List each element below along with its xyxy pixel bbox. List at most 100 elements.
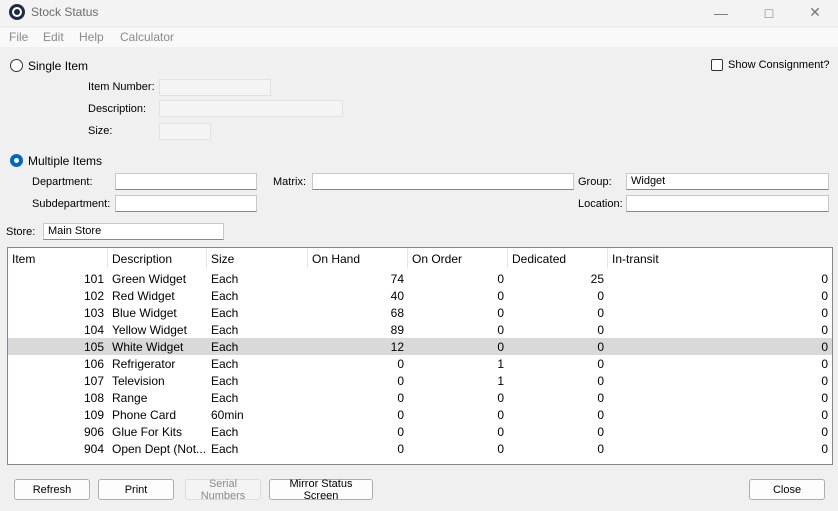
close-window-button[interactable]: ✕ — [792, 0, 838, 25]
cell-description: Blue Widget — [112, 306, 177, 320]
cell-dedicated: 0 — [597, 357, 604, 371]
cell-description: Glue For Kits — [112, 425, 183, 439]
cell-size: Each — [211, 323, 239, 337]
cell-dedicated: 0 — [597, 306, 604, 320]
print-button[interactable]: Print — [98, 479, 174, 500]
cell-item: 107 — [83, 374, 104, 388]
column-header-on-hand[interactable]: On Hand — [308, 248, 408, 269]
menu-help[interactable]: Help — [79, 30, 104, 44]
cell-size: Each — [211, 306, 239, 320]
column-header-description[interactable]: Description — [108, 248, 207, 269]
table-row[interactable]: 904 Open Dept (Not... Each 0 0 0 0 — [8, 440, 832, 457]
refresh-button[interactable]: Refresh — [14, 479, 90, 500]
table-row[interactable]: 105 White Widget Each 12 0 0 0 — [8, 338, 832, 355]
item-number-field[interactable] — [159, 79, 271, 96]
mirror-status-screen-button[interactable]: Mirror Status Screen — [269, 478, 373, 502]
cell-item: 101 — [83, 272, 104, 286]
cell-description: Green Widget — [112, 272, 187, 286]
cell-item: 108 — [83, 391, 104, 405]
stock-grid[interactable]: Item Description Size On Hand On Order D… — [7, 247, 833, 465]
location-field[interactable] — [626, 195, 829, 212]
cell-on-order: 1 — [497, 374, 504, 388]
department-field[interactable] — [115, 173, 257, 190]
group-field[interactable]: Widget — [626, 173, 829, 190]
table-row[interactable]: 104 Yellow Widget Each 89 0 0 0 — [8, 321, 832, 338]
location-label: Location: — [578, 198, 623, 210]
single-item-label: Single Item — [28, 59, 89, 73]
cell-on-order: 0 — [497, 289, 504, 303]
table-row[interactable]: 101 Green Widget Each 74 0 25 0 — [8, 270, 832, 287]
window-title: Stock Status — [31, 5, 99, 19]
cell-in-transit: 0 — [821, 408, 828, 422]
cell-size: Each — [211, 272, 239, 286]
cell-item: 103 — [83, 306, 104, 320]
cell-description: Yellow Widget — [112, 323, 187, 337]
cell-in-transit: 0 — [821, 340, 828, 354]
cell-on-hand: 89 — [390, 323, 404, 337]
title-bar: Stock Status — □ ✕ — [0, 0, 838, 25]
cell-size: 60min — [211, 408, 244, 422]
cell-in-transit: 0 — [821, 391, 828, 405]
maximize-button[interactable]: □ — [746, 0, 792, 25]
menu-file[interactable]: File — [9, 30, 28, 44]
column-header-dedicated[interactable]: Dedicated — [508, 248, 608, 269]
cell-dedicated: 0 — [597, 442, 604, 456]
column-header-on-order[interactable]: On Order — [408, 248, 508, 269]
cell-size: Each — [211, 374, 239, 388]
cell-description: Red Widget — [112, 289, 175, 303]
cell-description: Open Dept (Not... — [112, 442, 207, 456]
department-label: Department: — [32, 176, 93, 188]
description-field[interactable] — [159, 100, 343, 117]
cell-in-transit: 0 — [821, 442, 828, 456]
cell-dedicated: 25 — [590, 272, 604, 286]
size-label: Size: — [88, 125, 113, 137]
cell-on-order: 0 — [497, 408, 504, 422]
table-row[interactable]: 109 Phone Card 60min 0 0 0 0 — [8, 406, 832, 423]
cell-size: Each — [211, 289, 239, 303]
cell-description: Range — [112, 391, 148, 405]
column-header-size[interactable]: Size — [207, 248, 308, 269]
cell-in-transit: 0 — [821, 272, 828, 286]
table-row[interactable]: 906 Glue For Kits Each 0 0 0 0 — [8, 423, 832, 440]
size-field[interactable] — [159, 123, 211, 140]
table-row[interactable]: 108 Range Each 0 0 0 0 — [8, 389, 832, 406]
multiple-items-label: Multiple Items — [28, 154, 103, 168]
matrix-field[interactable] — [312, 173, 574, 190]
cell-on-hand: 0 — [397, 425, 404, 439]
show-consignment-checkbox[interactable] — [711, 59, 723, 71]
cell-item: 105 — [83, 340, 104, 354]
multiple-items-radio[interactable] — [10, 154, 23, 167]
cell-on-order: 0 — [497, 340, 504, 354]
cell-in-transit: 0 — [821, 425, 828, 439]
menu-calculator[interactable]: Calculator — [120, 30, 174, 44]
table-row[interactable]: 106 Refrigerator Each 0 1 0 0 — [8, 355, 832, 372]
cell-item: 102 — [83, 289, 104, 303]
cell-on-order: 0 — [497, 306, 504, 320]
menu-edit[interactable]: Edit — [43, 30, 64, 44]
cell-description: White Widget — [112, 340, 184, 354]
cell-on-hand: 74 — [390, 272, 404, 286]
cell-on-hand: 0 — [397, 374, 404, 388]
table-row[interactable]: 102 Red Widget Each 40 0 0 0 — [8, 287, 832, 304]
cell-item: 109 — [83, 408, 104, 422]
cell-size: Each — [211, 357, 239, 371]
table-row[interactable]: 107 Television Each 0 1 0 0 — [8, 372, 832, 389]
serial-numbers-button[interactable]: Serial Numbers — [185, 478, 261, 502]
minimize-button[interactable]: — — [698, 0, 744, 25]
show-consignment-label: Show Consignment? — [728, 59, 830, 71]
close-button[interactable]: Close — [749, 479, 825, 500]
app-logo-icon — [9, 4, 25, 20]
table-row[interactable]: 103 Blue Widget Each 68 0 0 0 — [8, 304, 832, 321]
column-header-in-transit[interactable]: In-transit — [608, 248, 832, 269]
cell-in-transit: 0 — [821, 357, 828, 371]
column-header-item[interactable]: Item — [8, 248, 108, 269]
cell-on-order: 1 — [497, 357, 504, 371]
store-field[interactable]: Main Store — [43, 223, 224, 240]
cell-size: Each — [211, 391, 239, 405]
cell-item: 106 — [83, 357, 104, 371]
subdepartment-field[interactable] — [115, 195, 257, 212]
cell-in-transit: 0 — [821, 374, 828, 388]
cell-dedicated: 0 — [597, 425, 604, 439]
cell-size: Each — [211, 442, 239, 456]
single-item-radio[interactable] — [10, 59, 23, 72]
